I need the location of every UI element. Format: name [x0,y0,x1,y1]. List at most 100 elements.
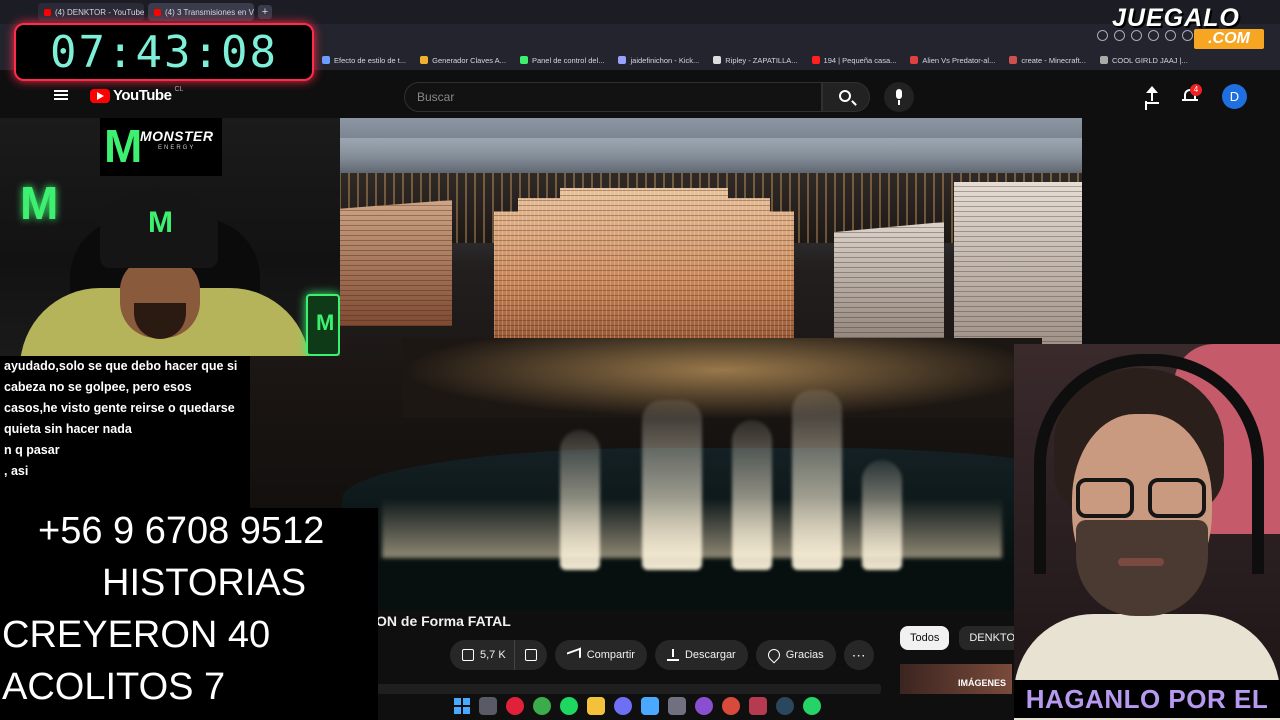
bookmark-favicon-icon [1009,56,1018,64]
windows-taskbar [446,694,838,718]
bookmark-2[interactable]: Generador Claves A... [420,56,506,65]
opera-gx-icon[interactable] [506,697,524,715]
calculator-icon[interactable] [668,697,686,715]
video-fountain [642,400,702,570]
thanks-button[interactable]: Gracias [755,640,836,670]
country-code: CL [174,86,184,93]
chat-message: cabeza no se golpee, pero esos [4,380,192,394]
stream-timer: 07:43:08 [14,23,314,81]
steam-icon[interactable] [776,697,794,715]
bookmark-favicon-icon [910,56,919,64]
chat-message: casos,he visto gente reirse o quedarse [4,401,235,415]
whatsapp-icon[interactable] [803,697,821,715]
bell-base [1182,99,1198,101]
browser-tab-bar: (4) DENKTOR - YouTube (4) 3 Transmisione… [0,0,1280,24]
youtube-logo[interactable]: YouTube CL [90,86,184,104]
monster-wall-logo: M [20,177,59,229]
video-plaza [402,338,1042,418]
cap-logo: M [148,206,173,239]
video-actions: 5,7 K Compartir Descargar Gracias ⋯ [450,640,874,670]
tab-denktor[interactable]: (4) DENKTOR - YouTube [38,3,144,21]
headphones-icon [1034,354,1264,574]
app-icon[interactable] [749,697,767,715]
bookmark-favicon-icon [519,56,528,64]
bookmark-label: Efecto de estilo de t... [334,55,407,65]
bookmark-favicon-icon [618,56,627,64]
bookmark-favicon-icon [811,56,820,64]
screen: (4) DENKTOR - YouTube (4) 3 Transmisione… [0,0,1280,720]
bookmark-label: jaidefinichon - Kick... [630,55,700,65]
voice-search-button[interactable] [884,82,914,112]
download-button[interactable]: Descargar [654,640,748,670]
bookmark-label: 194 | Pequeña casa... [823,55,897,65]
bookmark-6[interactable]: 194 | Pequeña casa... [811,55,897,65]
photos-icon[interactable] [641,697,659,715]
tab-transmisiones[interactable]: (4) 3 Transmisiones en Vi [148,3,254,21]
like-button[interactable]: 5,7 K [450,640,514,670]
notification-badge: 4 [1190,84,1202,96]
video-hotel-far-right [954,182,1082,352]
thanks-icon [765,646,783,664]
search-button[interactable] [822,82,870,112]
more-actions-button[interactable]: ⋯ [843,640,874,670]
bookmark-4[interactable]: jaidefinichon - Kick... [618,56,699,65]
acolitos-counter: ACOLITOS 7 [2,666,226,708]
bookmark-label: Ripley - ZAPATILLA... [725,55,798,65]
chat-message: , asi [4,464,29,478]
juegalo-logo: JUEGALO .COM [1112,4,1272,49]
video-hotel-left [322,200,452,326]
bookmark-1[interactable]: Efecto de estilo de t... [322,56,406,65]
spotify-icon[interactable] [560,697,578,715]
like-count: 5,7 K [480,649,506,661]
share-icon [566,647,581,663]
xbox-icon[interactable] [533,697,551,715]
obs-icon[interactable] [695,697,713,715]
streamer-webcam-right [1014,344,1280,720]
creyeron-counter: CREYERON 40 [2,614,271,656]
download-icon [666,649,679,661]
video-fountain [560,430,600,570]
chat-overlay: ayudado,solo se que debo hacer que si ca… [0,356,250,508]
related-video-thumbnail[interactable]: IMÁGENES [900,664,1012,694]
comment-area-strip [376,684,881,694]
monster-brand-name: MONSTER [140,128,214,144]
bookmark-favicon-icon [1099,56,1108,64]
chat-message: ayudado,solo se que debo hacer que si [4,359,238,373]
thumbs-down-icon [524,649,537,661]
video-title: ON de Forma FATAL [376,613,511,629]
task-view-icon[interactable] [479,697,497,715]
bookmark-3[interactable]: Panel de control del... [519,56,604,65]
bookmark-8[interactable]: create - Minecraft... [1009,56,1086,65]
share-button[interactable]: Compartir [554,640,647,670]
dislike-button[interactable] [513,640,547,670]
folder-icon[interactable] [587,697,605,715]
thumbs-up-icon [462,649,474,661]
chip-all[interactable]: Todos [900,626,950,650]
bookmark-9[interactable]: COOL GIRLD JAAJ |... [1099,56,1188,65]
historias-label: HISTORIAS [102,562,307,604]
search-input[interactable]: Buscar [404,82,822,112]
menu-icon[interactable] [54,90,68,100]
avatar[interactable]: D [1222,84,1247,109]
youtube-favicon-icon [44,8,51,16]
youtube-favicon-icon [154,8,161,16]
search-icon [839,90,851,102]
upload-icon[interactable] [1142,86,1162,106]
thumbnail-text: IMÁGENES [958,678,1007,688]
chrome-icon[interactable] [722,697,740,715]
video-sky-haze [222,138,1082,178]
juegalo-logo-com: .COM [1194,29,1264,49]
chat-message: n q pasar [4,443,60,457]
bookmark-5[interactable]: Ripley - ZAPATILLA... [713,55,798,65]
video-hotel-main [494,188,794,356]
bookmark-label: Alien Vs Predator-al... [922,55,996,65]
bookmark-label: Generador Claves A... [432,55,506,65]
share-label: Compartir [586,649,635,661]
extension-icon[interactable] [1097,30,1108,41]
bookmark-7[interactable]: Alien Vs Predator-al... [910,56,995,65]
windows-start-icon[interactable] [454,698,470,714]
video-fountain [732,420,772,570]
video-fountain [862,460,902,570]
new-tab-button[interactable]: + [258,5,272,19]
discord-icon[interactable] [614,697,632,715]
